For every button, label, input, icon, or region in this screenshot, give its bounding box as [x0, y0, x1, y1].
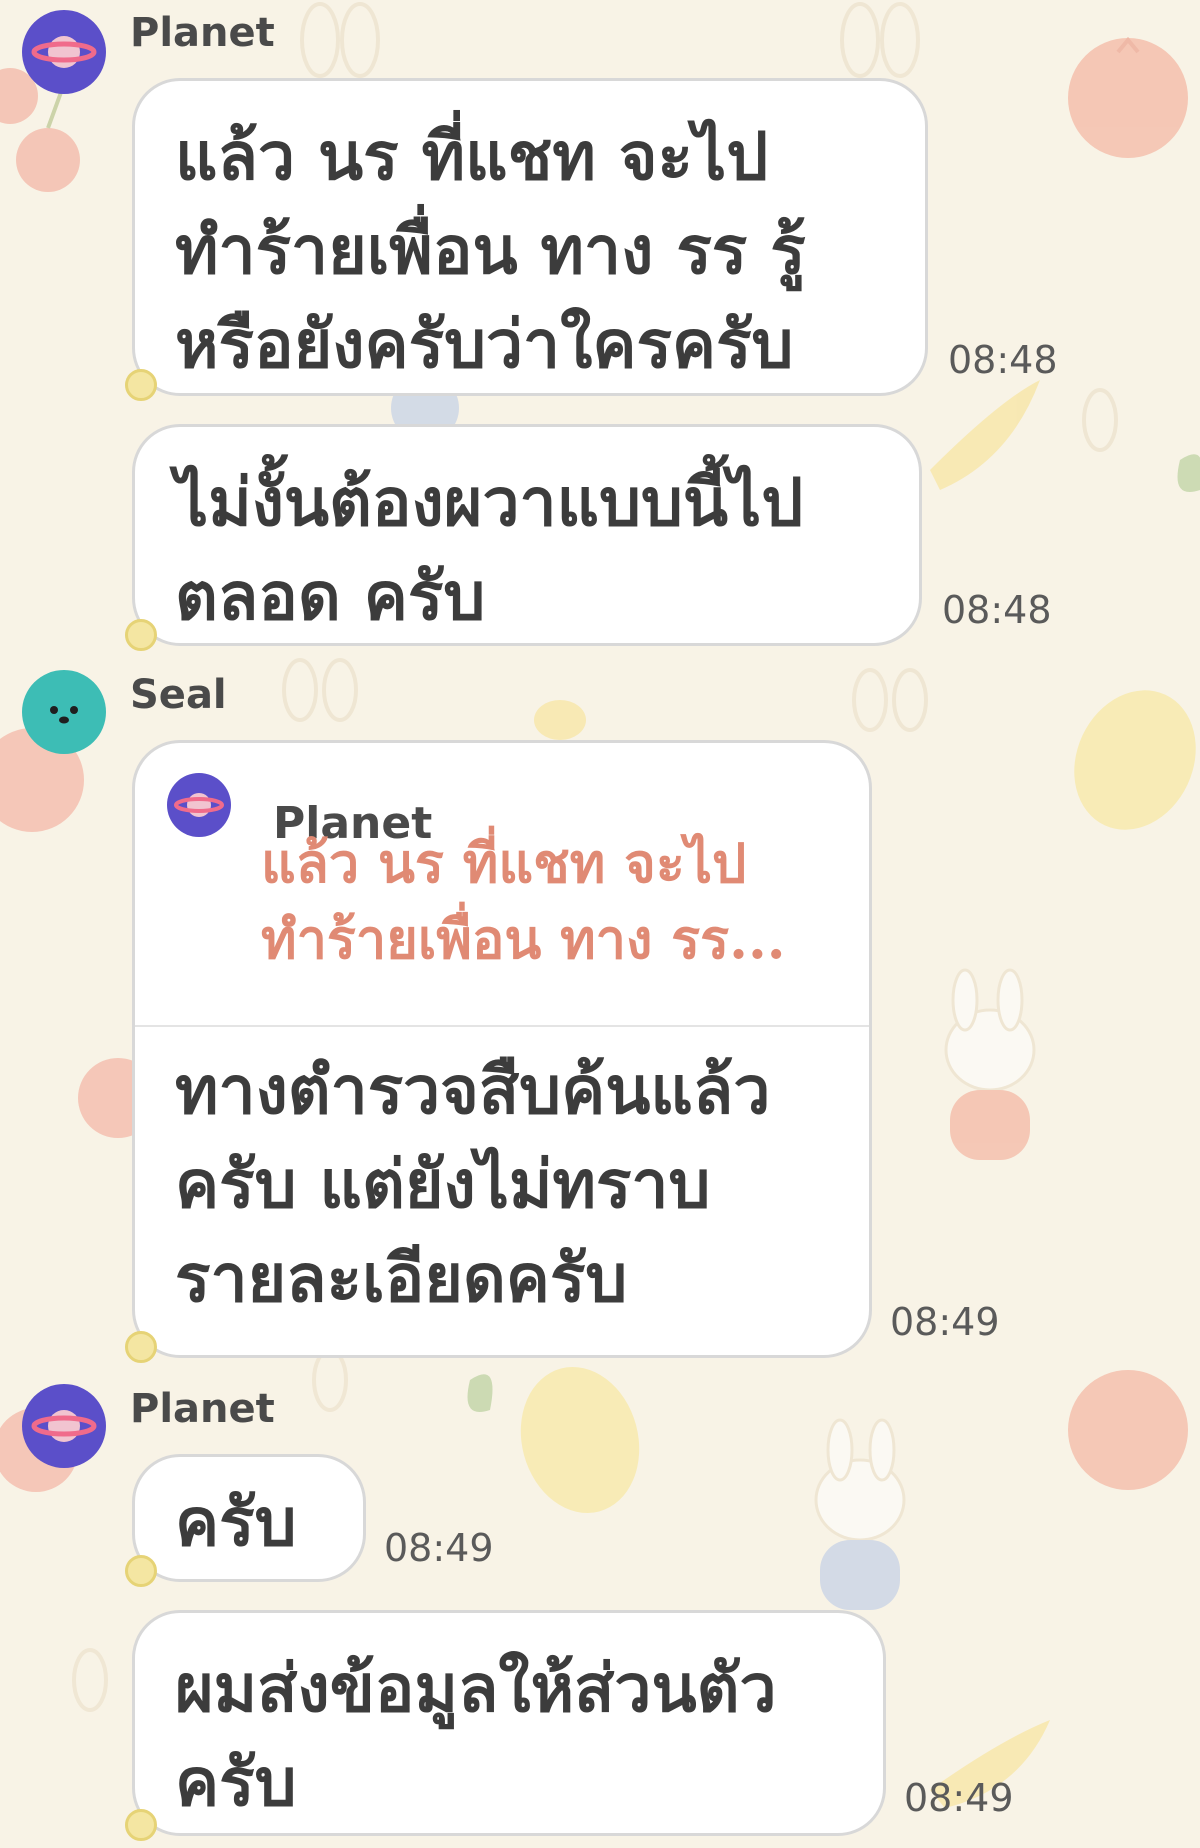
- quote-line: แล้ว นร ที่แชท จะไป: [261, 831, 747, 895]
- planet-avatar[interactable]: [22, 1384, 106, 1468]
- message-line: หรือยังครับว่าใครครับ: [175, 305, 794, 383]
- bubble-tail: [125, 1555, 157, 1587]
- reply-body: ทางตำรวจสืบค้นแล้ว ครับ แต่ยังไม่ทราบ รา…: [175, 1043, 770, 1325]
- chat-thread: Planet แล้ว นร ที่แชท จะไป ทำร้ายเพื่อน …: [0, 0, 1200, 1848]
- message-line: ตลอด ครับ: [175, 557, 486, 635]
- seal-icon: [22, 670, 106, 754]
- message-line: ครับ: [175, 1743, 297, 1821]
- message-timestamp: 08:48: [948, 338, 1058, 382]
- sender-name: Planet: [130, 1386, 275, 1432]
- message-line: ครับ: [175, 1483, 297, 1561]
- reply-quoted-text: แล้ว นร ที่แชท จะไป ทำร้ายเพื่อน ทาง รร.…: [261, 825, 821, 977]
- sender-name: Planet: [130, 10, 275, 56]
- planet-icon: [167, 773, 231, 837]
- bubble-tail: [125, 369, 157, 401]
- message-bubble[interactable]: ครับ: [125, 1454, 366, 1587]
- planet-icon: [22, 1384, 106, 1468]
- bubble-tail: [125, 1809, 157, 1841]
- sender-name: Seal: [130, 672, 227, 718]
- bubble-tail: [125, 1331, 157, 1363]
- message-timestamp: 08:49: [384, 1526, 494, 1570]
- quote-line: ทำร้ายเพื่อน ทาง รร...: [261, 907, 786, 971]
- planet-avatar[interactable]: [22, 10, 106, 94]
- message-line: ทางตำรวจสืบค้นแล้ว: [175, 1051, 771, 1129]
- reply-message-bubble[interactable]: Planet แล้ว นร ที่แชท จะไป ทำร้ายเพื่อน …: [125, 740, 872, 1363]
- message-line: รายละเอียดครับ: [175, 1239, 628, 1317]
- message-line: ครับ แต่ยังไม่ทราบ: [175, 1145, 711, 1223]
- message-timestamp: 08:49: [890, 1300, 1000, 1344]
- reply-planet-avatar: [167, 773, 231, 837]
- message-timestamp: 08:48: [942, 588, 1052, 632]
- message-bubble[interactable]: ไม่งั้นต้องผวาแบบนี้ไป ตลอด ครับ: [125, 424, 922, 651]
- message-line: ผมส่งข้อมูลให้ส่วนตัว: [175, 1649, 777, 1727]
- seal-avatar[interactable]: [22, 670, 106, 754]
- message-bubble[interactable]: แล้ว นร ที่แชท จะไป ทำร้ายเพื่อน ทาง รร …: [125, 78, 928, 401]
- message-line: ไม่งั้นต้องผวาแบบนี้ไป: [175, 463, 804, 541]
- message-timestamp: 08:49: [904, 1776, 1014, 1820]
- message-line: ทำร้ายเพื่อน ทาง รร รู้: [175, 211, 806, 289]
- bubble-tail: [125, 619, 157, 651]
- reply-divider: [135, 1025, 869, 1027]
- message-line: แล้ว นร ที่แชท จะไป: [175, 117, 769, 195]
- message-bubble[interactable]: ผมส่งข้อมูลให้ส่วนตัว ครับ: [125, 1610, 886, 1841]
- planet-icon: [22, 10, 106, 94]
